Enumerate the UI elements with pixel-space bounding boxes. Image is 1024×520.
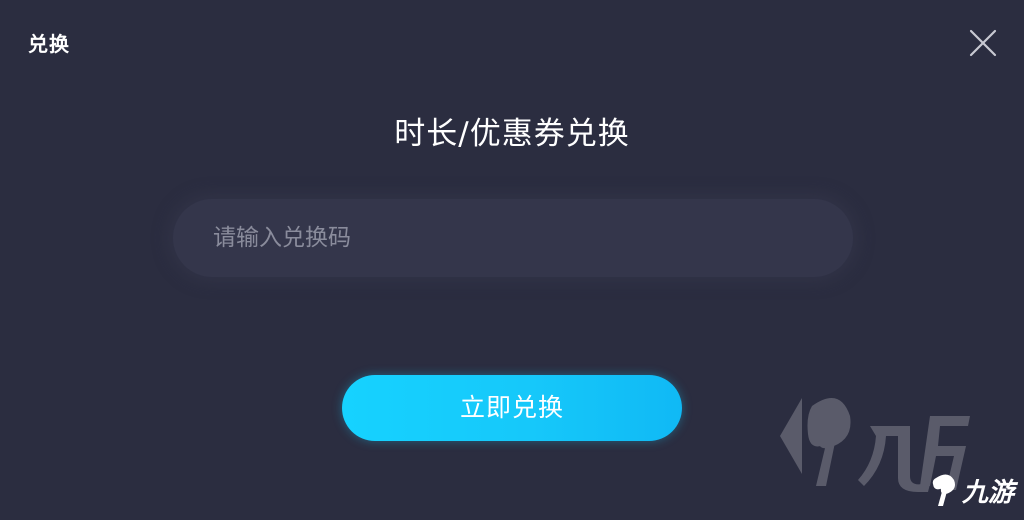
dialog-heading: 时长/优惠券兑换 — [394, 116, 630, 152]
redeem-code-input[interactable] — [173, 199, 853, 277]
nine-game-small-logo-icon — [932, 474, 955, 506]
watermark-text: 九游 — [962, 477, 1015, 508]
redeem-now-button[interactable]: 立即兑换 — [342, 375, 682, 441]
close-button[interactable] — [966, 26, 1000, 60]
close-icon — [969, 29, 997, 57]
window-title: 兑换 — [28, 32, 70, 56]
redeem-dialog: 兑换 时长/优惠券兑换 立即兑换 九游 — [0, 0, 1024, 520]
watermark-brand: 九游 — [930, 470, 1014, 510]
